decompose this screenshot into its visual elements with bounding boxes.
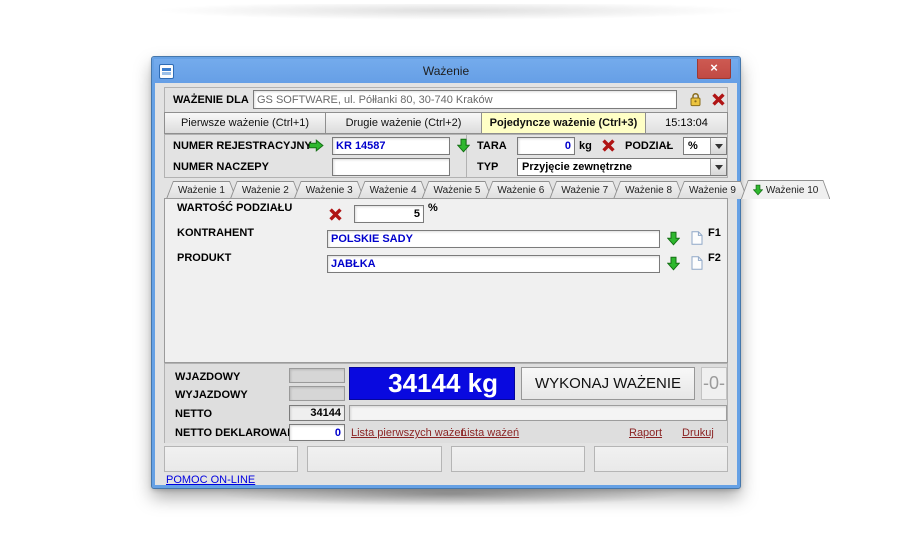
zero-button[interactable]: -0-	[701, 367, 727, 400]
wjazdowy-label: WJAZDOWY	[175, 371, 240, 383]
tab-drugie-wazenie[interactable]: Drugie ważenie (Ctrl+2)	[326, 112, 482, 134]
division-unit: %	[428, 202, 438, 214]
lista-pierwszych-wazen-link[interactable]: Lista pierwszych ważeń	[351, 427, 467, 439]
tara-label: TARA	[477, 140, 507, 152]
weight-display: 34144 kg	[349, 367, 515, 400]
netto-deklarowane-label: NETTO DEKLAROWANE	[175, 427, 303, 439]
numer-naczepy-label: NUMER NACZEPY	[173, 161, 269, 173]
produkt-input[interactable]	[327, 255, 660, 273]
raport-link[interactable]: Raport	[629, 427, 662, 439]
tab-wazenie-6[interactable]: Ważenie 6	[485, 181, 556, 199]
window-title: Ważenie	[154, 64, 738, 78]
numer-naczepy-input[interactable]	[332, 158, 450, 176]
tab-wazenie-7[interactable]: Ważenie 7	[549, 181, 620, 199]
pick-produkt-icon[interactable]	[667, 256, 680, 271]
clear-division-icon[interactable]	[328, 207, 343, 222]
produkt-doc-icon[interactable]	[691, 256, 703, 270]
drukuj-link[interactable]: Drukuj	[682, 427, 714, 439]
titlebar[interactable]: Ważenie ×	[154, 59, 738, 83]
pomoc-online-link[interactable]: POMOC ON-LINE	[166, 474, 255, 486]
tab-wazenie-4[interactable]: Ważenie 4	[358, 181, 429, 199]
tab-wazenie-5[interactable]: Ważenie 5	[422, 181, 493, 199]
weighing-tab-strip: Ważenie 1 Ważenie 2 Ważenie 3 Ważenie 4 …	[166, 180, 823, 199]
lista-wazen-link[interactable]: Lista ważeń	[461, 427, 519, 439]
chevron-down-icon[interactable]	[710, 159, 726, 175]
podzial-combo[interactable]: %	[683, 137, 727, 155]
clear-tara-icon[interactable]	[601, 138, 616, 153]
wykonaj-wazenie-button[interactable]: WYKONAJ WAŻENIE	[521, 367, 695, 400]
window-drop-shadow	[130, 488, 770, 518]
tab-wazenie-9[interactable]: Ważenie 9	[677, 181, 748, 199]
desktop: Ważenie × WAŻENIE DLA Pier	[0, 0, 902, 552]
numer-rejestracyjny-label: NUMER REJESTRACYJNY	[173, 140, 312, 152]
status-strip	[349, 405, 727, 421]
tab-wazenie-10[interactable]: Ważenie 10	[741, 180, 830, 199]
lock-icon[interactable]	[689, 92, 702, 107]
kontrahent-fkey: F1	[708, 227, 721, 239]
close-icon[interactable]: ×	[697, 59, 731, 79]
netto-input	[289, 405, 345, 421]
pick-registration-icon[interactable]	[457, 138, 470, 153]
wartosc-podzialu-input[interactable]	[354, 205, 424, 223]
netto-label: NETTO	[175, 408, 212, 420]
footer-button-4[interactable]	[594, 446, 728, 472]
podzial-label: PODZIAŁ	[625, 140, 673, 152]
kontrahent-label: KONTRAHENT	[177, 227, 254, 239]
clear-header-icon[interactable]	[711, 92, 726, 107]
wazenie-dla-input[interactable]	[253, 90, 677, 109]
weighing-tab-page: WARTOŚĆ PODZIAŁU % KONTRAHENT	[164, 198, 728, 363]
wartosc-podzialu-label: WARTOŚĆ PODZIAŁU	[177, 202, 292, 214]
vehicle-fields-panel: NUMER REJESTRACYJNY TARA kg PODZIAŁ	[164, 134, 728, 178]
wazenie-dla-label: WAŻENIE DLA	[173, 94, 249, 106]
weight-result-panel: WJAZDOWY WYJAZDOWY 34144 kg WYKONAJ WAŻE…	[164, 363, 728, 443]
mode-tab-bar: Pierwsze ważenie (Ctrl+1) Drugie ważenie…	[164, 112, 728, 134]
tab-pojedyncze-wazenie[interactable]: Pojedyncze ważenie (Ctrl+3)	[482, 112, 646, 134]
tab-wazenie-3[interactable]: Ważenie 3	[294, 181, 365, 199]
footer-button-row	[164, 446, 728, 472]
active-tab-arrow-icon	[753, 184, 763, 196]
clock: 15:13:04	[646, 112, 728, 134]
tara-unit: kg	[579, 140, 592, 152]
tab-wazenie-1[interactable]: Ważenie 1	[166, 181, 237, 199]
footer-button-1[interactable]	[164, 446, 298, 472]
tab-pierwsze-wazenie[interactable]: Pierwsze ważenie (Ctrl+1)	[164, 112, 326, 134]
ambient-shadow-top	[28, 4, 874, 26]
netto-deklarowane-input[interactable]	[289, 424, 345, 441]
kontrahent-doc-icon[interactable]	[691, 231, 703, 245]
arrow-right-icon[interactable]	[308, 139, 324, 152]
wyjazdowy-label: WYJAZDOWY	[175, 389, 248, 401]
pick-kontrahent-icon[interactable]	[667, 231, 680, 246]
wazenie-window: Ważenie × WAŻENIE DLA Pier	[152, 57, 740, 488]
numer-rejestracyjny-input[interactable]	[332, 137, 450, 155]
tab-wazenie-8[interactable]: Ważenie 8	[613, 181, 684, 199]
produkt-label: PRODUKT	[177, 252, 231, 264]
typ-label: TYP	[477, 161, 498, 173]
tara-input[interactable]	[517, 137, 575, 155]
kontrahent-input[interactable]	[327, 230, 660, 248]
wyjazdowy-input	[289, 386, 345, 401]
header-row: WAŻENIE DLA	[164, 87, 728, 112]
footer-button-3[interactable]	[451, 446, 585, 472]
wjazdowy-input	[289, 368, 345, 383]
typ-combo[interactable]: Przyjęcie zewnętrzne	[517, 158, 727, 176]
tab-wazenie-2[interactable]: Ważenie 2	[230, 181, 301, 199]
footer-button-2[interactable]	[307, 446, 441, 472]
produkt-fkey: F2	[708, 252, 721, 264]
chevron-down-icon[interactable]	[710, 138, 726, 154]
